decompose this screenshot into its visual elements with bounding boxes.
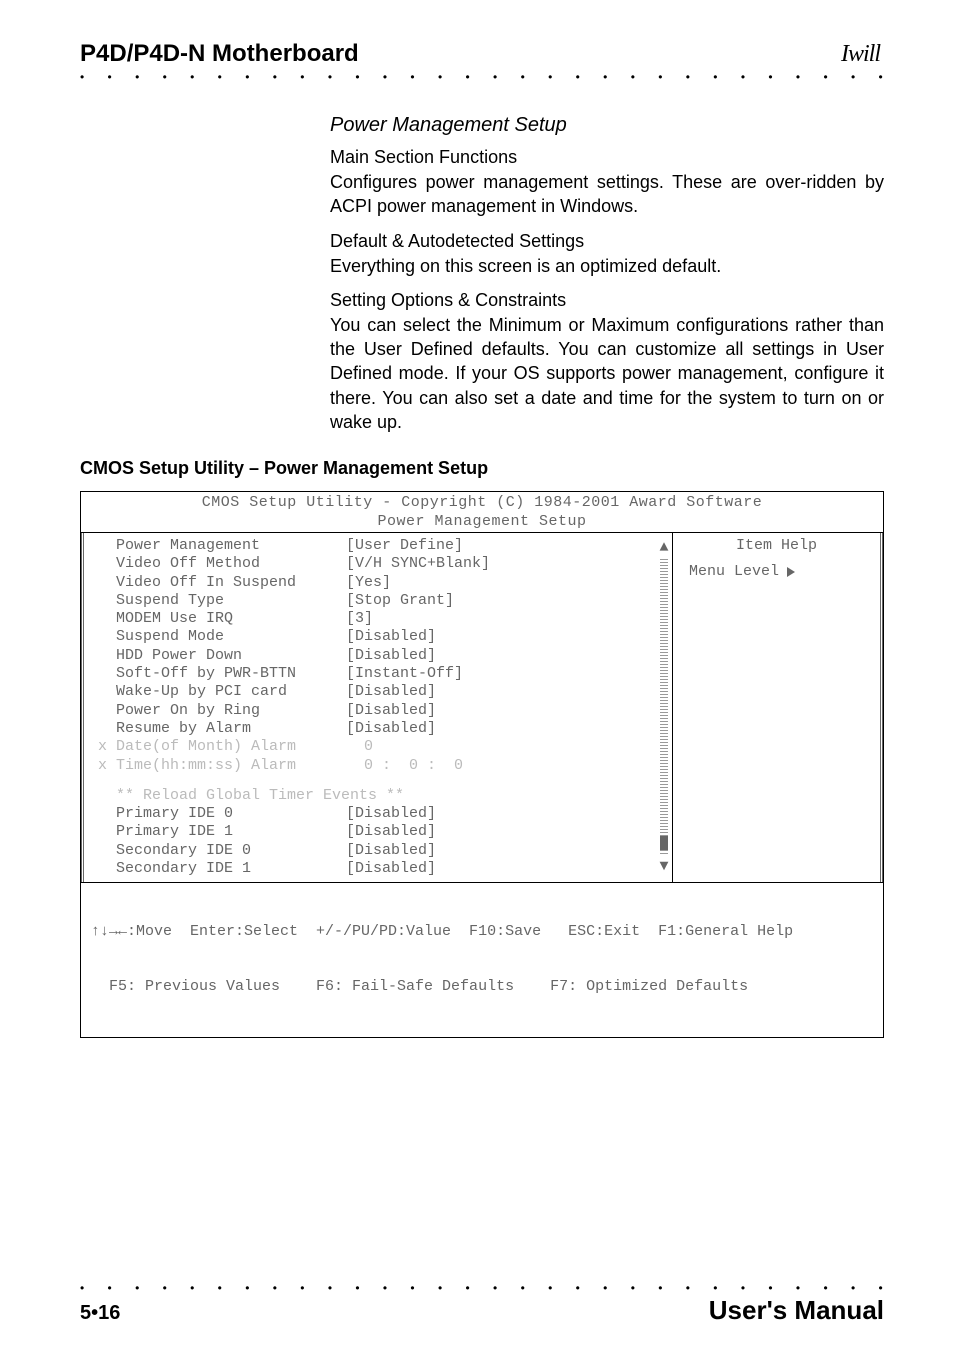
page-header: P4D/P4D-N Motherboard Iwill bbox=[80, 40, 884, 68]
setting-key: Resume by Alarm bbox=[116, 720, 346, 738]
setting-value: 0 : 0 : 0 bbox=[346, 757, 664, 775]
bios-setting-row[interactable]: Suspend Mode[Disabled] bbox=[98, 628, 664, 646]
page-number: 5•16 bbox=[80, 1302, 120, 1325]
setting-value: [3] bbox=[346, 610, 664, 628]
setting-value: [V/H SYNC+Blank] bbox=[346, 555, 664, 573]
scroll-thumb[interactable] bbox=[660, 836, 668, 850]
dotted-rule-bottom: • • • • • • • • • • • • • • • • • • • • … bbox=[80, 1281, 884, 1295]
setting-value: [Disabled] bbox=[346, 702, 664, 720]
setting-value: [Instant-Off] bbox=[346, 665, 664, 683]
bios-setting-row[interactable]: Power On by Ring[Disabled] bbox=[98, 702, 664, 720]
bios-footer-line2: F5: Previous Values F6: Fail-Safe Defaul… bbox=[91, 978, 873, 996]
setting-key: Date(of Month) Alarm bbox=[116, 738, 346, 756]
setting-value: [Disabled] bbox=[346, 823, 664, 841]
text-options: You can select the Minimum or Maximum co… bbox=[330, 313, 884, 434]
bios-settings-pane: Power Management[User Define]Video Off M… bbox=[81, 533, 673, 882]
dotted-rule-top: • • • • • • • • • • • • • • • • • • • • … bbox=[80, 70, 884, 84]
menu-level-row: Menu Level bbox=[683, 563, 870, 581]
page-footer: • • • • • • • • • • • • • • • • • • • • … bbox=[80, 1275, 884, 1326]
section-title: Power Management Setup bbox=[330, 114, 884, 137]
product-title: P4D/P4D-N Motherboard bbox=[80, 40, 359, 68]
scroll-up-icon[interactable]: ▲ bbox=[659, 539, 668, 557]
setting-key: Primary IDE 0 bbox=[116, 805, 346, 823]
setting-key: MODEM Use IRQ bbox=[116, 610, 346, 628]
brand-logo: Iwill bbox=[841, 41, 884, 68]
scroll-down-icon[interactable]: ▼ bbox=[659, 858, 668, 876]
text-default: Everything on this screen is an optimize… bbox=[330, 254, 884, 278]
bios-setting-row[interactable]: Resume by Alarm[Disabled] bbox=[98, 720, 664, 738]
bios-setting-row[interactable]: Video Off Method[V/H SYNC+Blank] bbox=[98, 555, 664, 573]
subhead-options: Setting Options & Constraints bbox=[330, 290, 884, 311]
bios-setting-row[interactable]: Power Management[User Define] bbox=[98, 537, 664, 555]
setting-key: Soft-Off by PWR-BTTN bbox=[116, 665, 346, 683]
bios-setting-row[interactable]: Primary IDE 0[Disabled] bbox=[98, 805, 664, 823]
bios-setting-row[interactable]: Wake-Up by PCI card[Disabled] bbox=[98, 683, 664, 701]
setting-key: Power On by Ring bbox=[116, 702, 346, 720]
scroll-track[interactable] bbox=[660, 559, 668, 856]
bios-setting-row[interactable]: HDD Power Down[Disabled] bbox=[98, 647, 664, 665]
setting-value: [Disabled] bbox=[346, 647, 664, 665]
bios-screenshot: CMOS Setup Utility - Copyright (C) 1984-… bbox=[80, 491, 884, 1037]
bios-scrollbar[interactable]: ▲ ▼ bbox=[658, 539, 670, 876]
item-help-title: Item Help bbox=[683, 537, 870, 555]
setting-key: Video Off In Suspend bbox=[116, 574, 346, 592]
setting-key: Suspend Type bbox=[116, 592, 346, 610]
bios-setting-row[interactable]: Suspend Type[Stop Grant] bbox=[98, 592, 664, 610]
bios-footer-line1: ↑↓→←:Move Enter:Select +/-/PU/PD:Value F… bbox=[91, 923, 873, 941]
setting-key: Secondary IDE 0 bbox=[116, 842, 346, 860]
bios-setting-row-disabled: xTime(hh:mm:ss) Alarm 0 : 0 : 0 bbox=[98, 757, 664, 775]
setting-key: HDD Power Down bbox=[116, 647, 346, 665]
triangle-right-icon bbox=[787, 567, 795, 577]
bios-body: Power Management[User Define]Video Off M… bbox=[81, 533, 883, 883]
setting-value: [Disabled] bbox=[346, 720, 664, 738]
utility-title: CMOS Setup Utility – Power Management Se… bbox=[80, 458, 884, 479]
bios-setting-row[interactable]: Secondary IDE 1[Disabled] bbox=[98, 860, 664, 878]
setting-key: Primary IDE 1 bbox=[116, 823, 346, 841]
menu-level-label: Menu Level bbox=[689, 563, 779, 581]
setting-value: [Disabled] bbox=[346, 805, 664, 823]
bios-setting-row[interactable]: Soft-Off by PWR-BTTN[Instant-Off] bbox=[98, 665, 664, 683]
setting-key: Suspend Mode bbox=[116, 628, 346, 646]
setting-value: [Disabled] bbox=[346, 842, 664, 860]
bios-setting-row[interactable]: Video Off In Suspend[Yes] bbox=[98, 574, 664, 592]
setting-key: Secondary IDE 1 bbox=[116, 860, 346, 878]
setting-key: Video Off Method bbox=[116, 555, 346, 573]
manual-label: User's Manual bbox=[709, 1295, 884, 1326]
setting-key: Time(hh:mm:ss) Alarm bbox=[116, 757, 346, 775]
subhead-default: Default & Autodetected Settings bbox=[330, 231, 884, 252]
setting-value: [Stop Grant] bbox=[346, 592, 664, 610]
setting-value: 0 bbox=[346, 738, 664, 756]
bios-section-header: ** Reload Global Timer Events ** bbox=[98, 787, 664, 805]
setting-key: Power Management bbox=[116, 537, 346, 555]
setting-value: [Disabled] bbox=[346, 860, 664, 878]
setting-key: Wake-Up by PCI card bbox=[116, 683, 346, 701]
bios-footer: ↑↓→←:Move Enter:Select +/-/PU/PD:Value F… bbox=[81, 883, 883, 1036]
bios-title: CMOS Setup Utility - Copyright (C) 1984-… bbox=[81, 492, 883, 533]
setting-value: [Yes] bbox=[346, 574, 664, 592]
bios-help-pane: Item Help Menu Level bbox=[673, 533, 883, 882]
bios-setting-row[interactable]: Secondary IDE 0[Disabled] bbox=[98, 842, 664, 860]
bios-setting-row[interactable]: Primary IDE 1[Disabled] bbox=[98, 823, 664, 841]
subhead-main: Main Section Functions bbox=[330, 147, 884, 168]
bios-setting-row[interactable]: MODEM Use IRQ[3] bbox=[98, 610, 664, 628]
bios-title-line2: Power Management Setup bbox=[81, 513, 883, 531]
bios-title-line1: CMOS Setup Utility - Copyright (C) 1984-… bbox=[81, 494, 883, 512]
bios-setting-row-disabled: xDate(of Month) Alarm 0 bbox=[98, 738, 664, 756]
setting-value: [User Define] bbox=[346, 537, 664, 555]
text-main: Configures power management settings. Th… bbox=[330, 170, 884, 219]
setting-value: [Disabled] bbox=[346, 628, 664, 646]
description-block: Power Management Setup Main Section Func… bbox=[330, 114, 884, 434]
setting-value: [Disabled] bbox=[346, 683, 664, 701]
